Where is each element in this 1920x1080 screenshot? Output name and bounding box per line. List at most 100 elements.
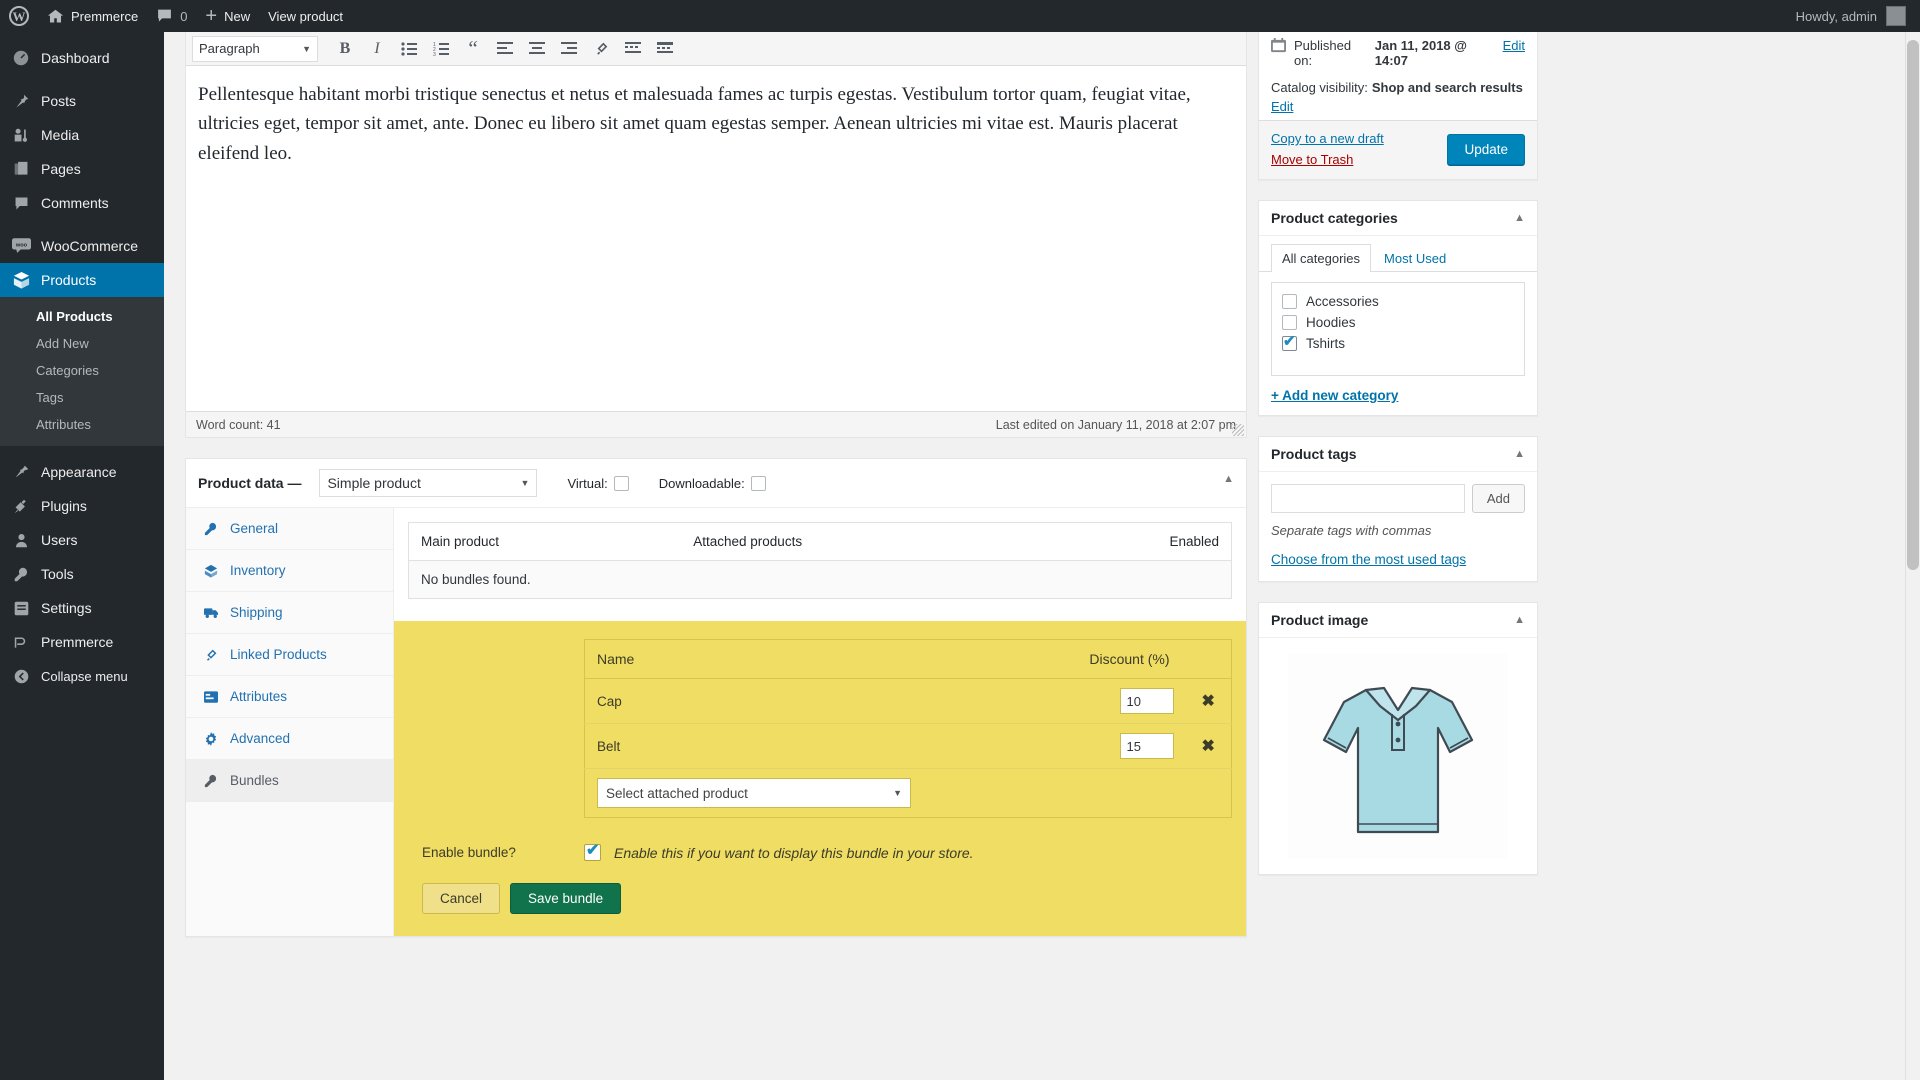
sidebar-item-woocommerce[interactable]: woo WooCommerce xyxy=(0,229,164,263)
comment-bubble-icon xyxy=(156,8,173,24)
choose-most-used-tags-link[interactable]: Choose from the most used tags xyxy=(1271,552,1466,567)
move-to-trash-link[interactable]: Move to Trash xyxy=(1271,152,1384,167)
sidebar-item-collapse-menu[interactable]: Collapse menu xyxy=(0,659,164,693)
category-label: Hoodies xyxy=(1306,315,1356,330)
sidebar-item-dashboard[interactable]: Dashboard xyxy=(0,41,164,75)
link-icon[interactable] xyxy=(586,35,616,63)
italic-icon[interactable]: I xyxy=(362,35,392,63)
discount-input[interactable] xyxy=(1119,688,1174,714)
category-checkbox[interactable] xyxy=(1282,294,1297,309)
bundle-item-name: Belt xyxy=(584,723,804,769)
sidebar-item-appearance[interactable]: Appearance xyxy=(0,455,164,489)
cancel-button[interactable]: Cancel xyxy=(422,883,501,914)
tab-general[interactable]: General xyxy=(186,508,393,550)
sidebar-item-users[interactable]: Users xyxy=(0,523,164,557)
tab-attributes[interactable]: Attributes xyxy=(186,676,393,718)
submenu-item-add-new[interactable]: Add New xyxy=(0,330,164,357)
comments-menu[interactable]: 0 xyxy=(147,0,196,32)
sidebar-item-comments[interactable]: Comments xyxy=(0,186,164,220)
admin-bar: W Premmerce 0 + New View product Howdy, … xyxy=(0,0,1920,32)
account-menu[interactable]: Howdy, admin xyxy=(1796,6,1920,26)
collapse-toggle-icon[interactable]: ▲ xyxy=(1514,614,1525,626)
existing-bundles-table: Main product Attached products Enabled N… xyxy=(408,522,1232,599)
tab-inventory[interactable]: Inventory xyxy=(186,550,393,592)
numbered-list-icon[interactable]: 123 xyxy=(426,35,456,63)
sidebar-label: Dashboard xyxy=(41,50,110,66)
sidebar-item-media[interactable]: Media xyxy=(0,118,164,152)
tab-all-categories[interactable]: All categories xyxy=(1271,244,1372,272)
content-column: Paragraph ▼ B I 123 “ Pellentesque habit… xyxy=(185,32,1247,937)
tab-advanced[interactable]: Advanced xyxy=(186,718,393,760)
virtual-checkbox[interactable] xyxy=(613,475,629,491)
save-bundle-button[interactable]: Save bundle xyxy=(510,883,622,914)
submenu-item-all-products[interactable]: All Products xyxy=(0,303,164,330)
view-product-link[interactable]: View product xyxy=(259,0,352,32)
product-image-area[interactable] xyxy=(1259,638,1537,874)
new-content-menu[interactable]: + New xyxy=(196,0,259,32)
category-item-tshirts[interactable]: Tshirts xyxy=(1282,332,1514,354)
product-type-select[interactable]: Simple product ▼ xyxy=(319,469,538,497)
menu-separator xyxy=(0,32,164,41)
enable-bundle-checkbox[interactable] xyxy=(584,840,601,861)
virtual-checkbox-row[interactable]: Virtual: xyxy=(567,475,629,491)
resize-handle[interactable] xyxy=(1232,424,1244,436)
downloadable-checkbox-row[interactable]: Downloadable: xyxy=(659,475,766,491)
tab-most-used[interactable]: Most Used xyxy=(1373,244,1457,272)
sidebar-item-premmerce[interactable]: Premmerce xyxy=(0,625,164,659)
tab-bundles[interactable]: Bundles xyxy=(186,760,393,802)
howdy-label: Howdy, admin xyxy=(1795,8,1877,24)
bulleted-list-icon[interactable] xyxy=(394,35,424,63)
read-more-icon[interactable] xyxy=(618,35,648,63)
wp-logo-menu[interactable]: W xyxy=(0,0,38,32)
tab-shipping[interactable]: Shipping xyxy=(186,592,393,634)
attached-product-select[interactable]: Select attached product ▼ xyxy=(597,778,911,808)
editor-content[interactable]: Pellentesque habitant morbi tristique se… xyxy=(186,66,1246,411)
category-item-hoodies[interactable]: Hoodies xyxy=(1282,312,1514,333)
bold-icon[interactable]: B xyxy=(330,35,360,63)
catalog-edit-link[interactable]: Edit xyxy=(1271,99,1525,114)
collapse-toggle-icon[interactable]: ▲ xyxy=(1223,473,1234,485)
tab-linked-products[interactable]: Linked Products xyxy=(186,634,393,676)
tags-input[interactable] xyxy=(1271,484,1465,513)
submenu-item-categories[interactable]: Categories xyxy=(0,357,164,384)
toolbar-toggle-icon[interactable] xyxy=(650,35,680,63)
blockquote-icon[interactable]: “ xyxy=(458,35,488,63)
update-button[interactable]: Update xyxy=(1447,133,1525,165)
add-new-category-link[interactable]: + Add new category xyxy=(1271,388,1398,403)
sidebar-item-settings[interactable]: Settings xyxy=(0,591,164,625)
align-center-icon[interactable] xyxy=(522,35,552,63)
collapse-toggle-icon[interactable]: ▲ xyxy=(1514,212,1525,224)
menu-separator xyxy=(0,446,164,455)
plus-icon: + xyxy=(205,5,218,27)
sidebar-item-products[interactable]: Products xyxy=(0,263,164,297)
category-item-accessories[interactable]: Accessories xyxy=(1282,291,1514,312)
publish-box: Published on: Jan 11, 2018 @ 14:07 Edit … xyxy=(1258,32,1538,180)
sidebar-item-posts[interactable]: Posts xyxy=(0,84,164,118)
sidebar-item-plugins[interactable]: Plugins xyxy=(0,489,164,523)
category-checkbox[interactable] xyxy=(1282,315,1297,330)
bundle-item-discount-cell xyxy=(803,678,1186,724)
sidebar-item-pages[interactable]: Pages xyxy=(0,152,164,186)
downloadable-checkbox[interactable] xyxy=(750,475,766,491)
collapse-toggle-icon[interactable]: ▲ xyxy=(1514,448,1525,460)
categories-tabs: All categories Most Used xyxy=(1259,236,1537,272)
format-select[interactable]: Paragraph ▼ xyxy=(192,35,318,62)
plugin-icon xyxy=(11,496,31,516)
discount-input[interactable] xyxy=(1119,733,1174,759)
add-tag-button[interactable]: Add xyxy=(1471,484,1525,513)
site-name-menu[interactable]: Premmerce xyxy=(38,0,147,32)
copy-to-draft-link[interactable]: Copy to a new draft xyxy=(1271,131,1384,146)
align-right-icon[interactable] xyxy=(554,35,584,63)
submenu-item-tags[interactable]: Tags xyxy=(0,384,164,411)
sidebar-item-tools[interactable]: Tools xyxy=(0,557,164,591)
align-left-icon[interactable] xyxy=(490,35,520,63)
add-new-category-row: + Add new category xyxy=(1259,376,1537,415)
remove-x-icon[interactable]: ✖ xyxy=(1185,678,1232,724)
category-checkbox[interactable] xyxy=(1282,332,1297,351)
last-edited: Last edited on January 11, 2018 at 2:07 … xyxy=(995,417,1236,432)
edit-date-link[interactable]: Edit xyxy=(1503,38,1525,53)
scrollbar-thumb[interactable] xyxy=(1907,40,1919,570)
page-scrollbar[interactable] xyxy=(1905,32,1920,1080)
submenu-item-attributes[interactable]: Attributes xyxy=(0,411,164,438)
remove-x-icon[interactable]: ✖ xyxy=(1185,723,1232,769)
